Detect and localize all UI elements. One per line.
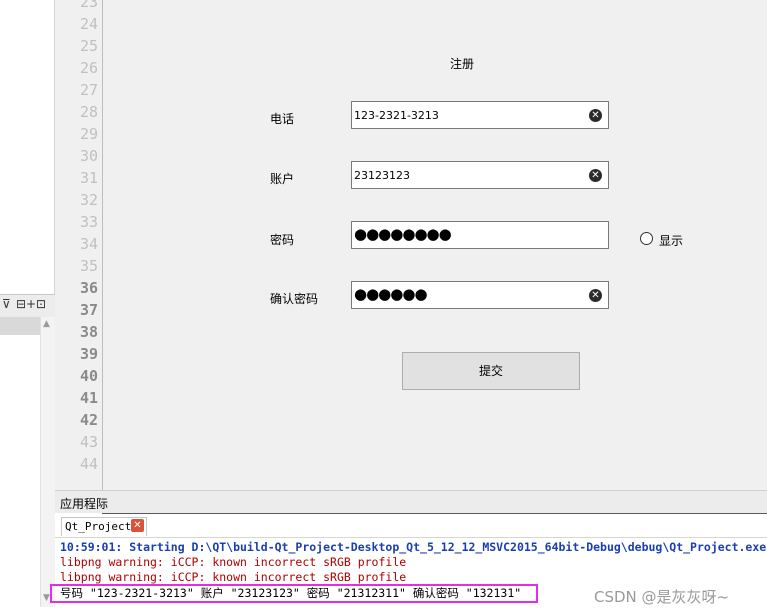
confirm-password-label: 确认密码 xyxy=(270,292,319,306)
close-pane-icon[interactable]: ⊡ xyxy=(36,297,46,311)
line-number: 36 xyxy=(79,279,98,297)
account-value: 23123123 xyxy=(354,169,410,182)
scroll-down-icon[interactable]: ▼ xyxy=(43,593,50,603)
line-number: 26 xyxy=(79,59,98,77)
line-number: 27 xyxy=(79,81,98,99)
line-number: 37 xyxy=(79,301,98,319)
password-masked-value: ●●●●●●●● xyxy=(354,225,452,243)
close-icon[interactable]: ✕ xyxy=(131,519,144,532)
line-number: 40 xyxy=(79,367,98,385)
line-number: 39 xyxy=(79,345,98,363)
output-line-start: 10:59:01: Starting D:\QT\build-Qt_Projec… xyxy=(60,540,767,554)
highlight-box xyxy=(50,584,538,603)
line-number: 42 xyxy=(79,411,98,429)
line-number: 41 xyxy=(79,389,98,407)
clear-icon[interactable]: ✕ xyxy=(589,169,602,182)
line-number: 28 xyxy=(79,103,98,121)
line-number: 30 xyxy=(79,147,98,165)
side-toolbar: ⊽ ⊟+ ⊡ xyxy=(0,294,55,318)
line-number: 24 xyxy=(79,15,98,33)
split-icon[interactable]: ⊟+ xyxy=(16,297,36,311)
line-number: 23 xyxy=(79,0,98,11)
line-number: 38 xyxy=(79,323,98,341)
clear-icon[interactable]: ✕ xyxy=(589,289,602,302)
tab-label[interactable]: Qt_Project xyxy=(65,520,131,533)
line-number-gutter: 23 24 25 26 27 28 29 30 31 32 33 34 35 36 37 38 39 40 41 42… xyxy=(55,0,102,490)
phone-input[interactable]: 123-2321-3213 ✕ xyxy=(351,101,609,129)
line-number: 32 xyxy=(79,191,98,209)
account-label: 账户 xyxy=(270,172,295,186)
line-number: 25 xyxy=(79,37,98,55)
scroll-up-icon[interactable]: ▲ xyxy=(43,319,50,329)
output-pane-title: 应用程际 xyxy=(60,497,109,511)
show-password-radio[interactable] xyxy=(640,232,653,245)
line-number: 44 xyxy=(79,455,98,473)
confirm-password-input[interactable]: ●●●●●● ✕ xyxy=(351,281,609,309)
watermark: CSDN @是灰灰呀~ xyxy=(594,588,730,606)
password-label: 密码 xyxy=(270,233,295,247)
output-line-warning: libpng warning: iCCP: known incorrect sR… xyxy=(60,555,407,569)
show-password-label[interactable]: 显示 xyxy=(659,232,683,249)
line-number: 34 xyxy=(79,235,98,253)
output-pane-header: 应用程际 xyxy=(55,490,767,513)
submit-button[interactable]: 提交 xyxy=(402,352,580,390)
output-tab-bar xyxy=(55,514,767,538)
side-list-selected-row[interactable] xyxy=(0,317,40,335)
line-number: 33 xyxy=(79,213,98,231)
password-input[interactable]: ●●●●●●●● xyxy=(351,221,609,249)
line-number: 35 xyxy=(79,257,98,275)
output-line-warning: libpng warning: iCCP: known incorrect sR… xyxy=(60,570,407,584)
clear-icon[interactable]: ✕ xyxy=(589,109,602,122)
account-input[interactable]: 23123123 ✕ xyxy=(351,161,609,189)
register-dialog xyxy=(102,0,767,512)
line-number: 43 xyxy=(79,433,98,451)
phone-label: 电话 xyxy=(270,112,295,126)
filter-icon[interactable]: ⊽ xyxy=(2,297,11,311)
line-number: 29 xyxy=(79,125,98,143)
confirm-password-masked-value: ●●●●●● xyxy=(354,285,428,303)
dialog-title: 注册 xyxy=(450,57,475,71)
phone-value: 123-2321-3213 xyxy=(354,109,439,122)
line-number: 31 xyxy=(79,169,98,187)
side-scrollbar[interactable]: ▲ ▼ xyxy=(40,317,55,607)
